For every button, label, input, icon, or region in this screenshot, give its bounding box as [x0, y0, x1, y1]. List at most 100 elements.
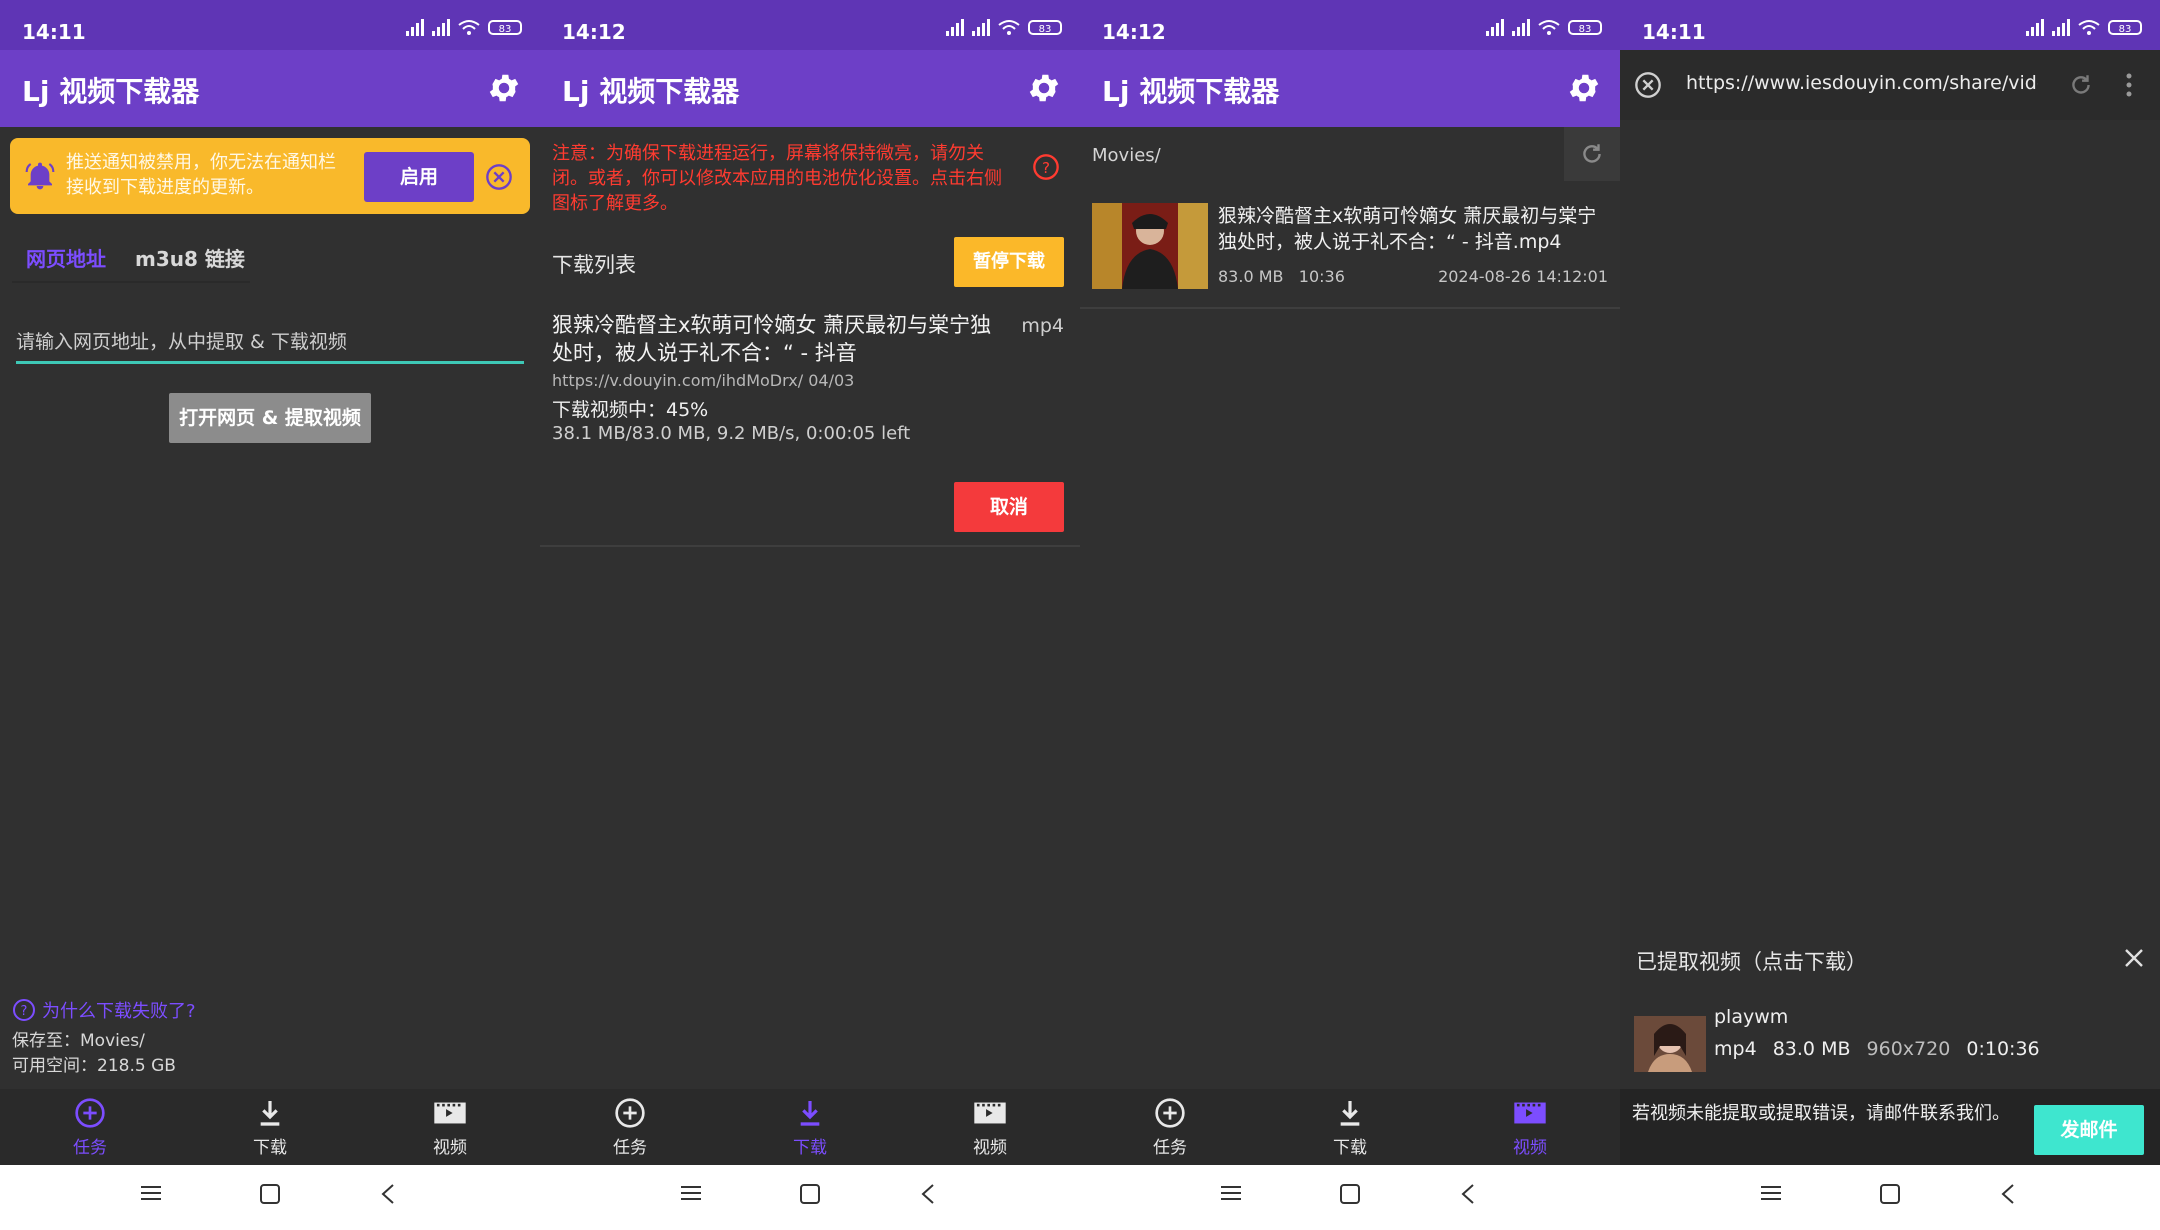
back-icon[interactable]	[2000, 1183, 2016, 1205]
nav-downloads[interactable]: 下载	[1300, 1097, 1400, 1158]
back-icon[interactable]	[1460, 1183, 1476, 1205]
video-date: 2024-08-26 14:12:01	[1438, 267, 1608, 286]
gear-icon[interactable]	[1566, 70, 1602, 106]
main-content: Movies/ 狠辣冷酷督主x软萌可怜嫡女 萧厌最初与棠宁独处时，被人说于礼不合…	[1080, 127, 1620, 1089]
film-icon	[974, 1102, 1006, 1124]
battery-icon: 83	[2108, 19, 2142, 35]
battery-icon: 83	[488, 19, 522, 35]
nav-videos[interactable]: 视频	[940, 1097, 1040, 1158]
wifi-icon	[998, 20, 1020, 35]
wifi-icon	[1538, 20, 1560, 35]
signal-icon	[972, 18, 990, 36]
address-bar[interactable]: https://www.iesdouyin.com/share/video/	[1686, 72, 2038, 94]
nav-tasks[interactable]: 任务	[580, 1097, 680, 1158]
help-link[interactable]: ? 为什么下载失败了?	[12, 997, 196, 1023]
menu-icon[interactable]	[680, 1183, 702, 1203]
signal-icon	[2026, 18, 2044, 36]
extracted-thumbnail-image	[1634, 1016, 1706, 1072]
video-meta: 83.0 MB 10:36	[1218, 267, 1345, 286]
nav-tasks[interactable]: 任务	[1120, 1097, 1220, 1158]
signal-icon	[406, 18, 424, 36]
open-page-button[interactable]: 打开网页 & 提取视频	[169, 393, 371, 443]
add-circle-icon	[615, 1098, 645, 1128]
nav-videos-label: 视频	[433, 1138, 467, 1158]
screen-awake-warning: 注意：为确保下载进程运行，屏幕将保持微亮，请勿关闭。或者，你可以修改本应用的电池…	[552, 143, 1002, 214]
signal-icon	[2052, 18, 2070, 36]
source-tabs: 网页地址 m3u8 链接	[12, 237, 250, 283]
home-icon[interactable]	[1879, 1183, 1901, 1205]
svg-text:?: ?	[1042, 159, 1050, 177]
tab-m3u8[interactable]: m3u8 链接	[135, 243, 245, 272]
bottom-navigation: 任务 下载 视频	[1080, 1089, 1620, 1165]
bottom-navigation: 任务 下载 视频	[540, 1089, 1080, 1165]
more-vert-icon[interactable]	[2124, 72, 2134, 98]
help-link-text: 为什么下载失败了?	[42, 1001, 196, 1022]
home-icon[interactable]	[799, 1183, 821, 1205]
gear-icon[interactable]	[486, 70, 522, 106]
storage-info: 保存至：Movies/ 可用空间：218.5 GB	[12, 1029, 176, 1079]
extracted-video-name[interactable]: playwm	[1714, 1006, 1788, 1028]
enable-button[interactable]: 启用	[364, 152, 474, 202]
home-icon[interactable]	[259, 1183, 281, 1205]
video-thumbnail[interactable]	[1092, 203, 1208, 289]
status-time: 14:12	[1102, 20, 1166, 44]
back-icon[interactable]	[380, 1183, 396, 1205]
status-bar: 14:12 83	[540, 0, 1080, 50]
nav-tasks-label: 任务	[613, 1138, 647, 1158]
download-title: 狠辣冷酷督主x软萌可怜嫡女 萧厌最初与棠宁独处时，被人说于礼不合：“ - 抖音	[552, 313, 992, 365]
menu-icon[interactable]	[1220, 1183, 1242, 1203]
film-icon	[434, 1102, 466, 1124]
download-format: mp4	[1021, 315, 1064, 337]
url-input[interactable]: 请输入网页地址，从中提取 & 下载视频	[16, 327, 524, 364]
web-view[interactable]	[1620, 120, 2160, 930]
browser-toolbar: https://www.iesdouyin.com/share/video/	[1620, 50, 2160, 120]
reload-icon[interactable]	[2068, 72, 2094, 98]
nav-videos[interactable]: 视频	[400, 1097, 500, 1158]
svg-text:?: ?	[21, 1004, 28, 1019]
bottom-navigation: 任务 下载 视频	[0, 1089, 540, 1165]
nav-downloads[interactable]: 下载	[220, 1097, 320, 1158]
signal-icon	[1486, 18, 1504, 36]
nav-videos[interactable]: 视频	[1480, 1097, 1580, 1158]
tab-webpage[interactable]: 网页地址	[26, 243, 106, 272]
home-icon[interactable]	[1339, 1183, 1361, 1205]
add-circle-icon	[75, 1098, 105, 1128]
menu-icon[interactable]	[140, 1183, 162, 1203]
divider	[1080, 307, 1620, 309]
add-circle-icon	[1155, 1098, 1185, 1128]
close-circle-icon[interactable]	[1634, 71, 1662, 99]
gear-icon[interactable]	[1026, 70, 1062, 106]
cancel-button[interactable]: 取消	[954, 482, 1064, 532]
help-icon: ?	[13, 999, 35, 1021]
app-title: Lj 视频下载器	[1102, 75, 1280, 108]
close-icon[interactable]	[2122, 946, 2146, 970]
system-navigation-bar	[540, 1165, 1080, 1230]
phone-tasks-screen: 14:11 83 Lj 视频下载器 推送通知被禁用，你无法在通知栏接收到下载进度…	[0, 0, 540, 1230]
nav-tasks[interactable]: 任务	[40, 1097, 140, 1158]
app-bar: Lj 视频下载器	[1080, 50, 1620, 127]
download-status: 下载视频中：45%	[552, 399, 709, 421]
status-time: 14:11	[22, 20, 86, 44]
nav-downloads-label: 下载	[253, 1138, 287, 1158]
back-icon[interactable]	[920, 1183, 936, 1205]
status-time: 14:12	[562, 20, 626, 44]
signal-icon	[946, 18, 964, 36]
menu-icon[interactable]	[1760, 1183, 1782, 1203]
send-email-button[interactable]: 发邮件	[2034, 1105, 2144, 1155]
nav-downloads[interactable]: 下载	[760, 1097, 860, 1158]
help-icon[interactable]: ?	[1032, 153, 1060, 181]
sheet-title: 已提取视频（点击下载）	[1636, 950, 1867, 974]
status-icons: 83	[406, 18, 522, 36]
system-navigation-bar	[0, 1165, 540, 1230]
extracted-videos-sheet: 已提取视频（点击下载） playwm mp4 83.0 MB 960x720 0…	[1620, 930, 2160, 1089]
extracted-video-thumbnail[interactable]	[1634, 1016, 1706, 1072]
close-circle-icon[interactable]	[485, 163, 513, 191]
nav-tasks-label: 任务	[1153, 1138, 1187, 1158]
video-duration: 10:36	[1298, 267, 1345, 286]
pause-download-button[interactable]: 暂停下载	[954, 237, 1064, 287]
feedback-text: 若视频未能提取或提取错误，请邮件联系我们。	[1632, 1103, 2010, 1124]
status-bar: 14:11 83	[0, 0, 540, 50]
nav-downloads-label: 下载	[1333, 1138, 1367, 1158]
refresh-button[interactable]	[1564, 127, 1620, 181]
wifi-icon	[458, 20, 480, 35]
